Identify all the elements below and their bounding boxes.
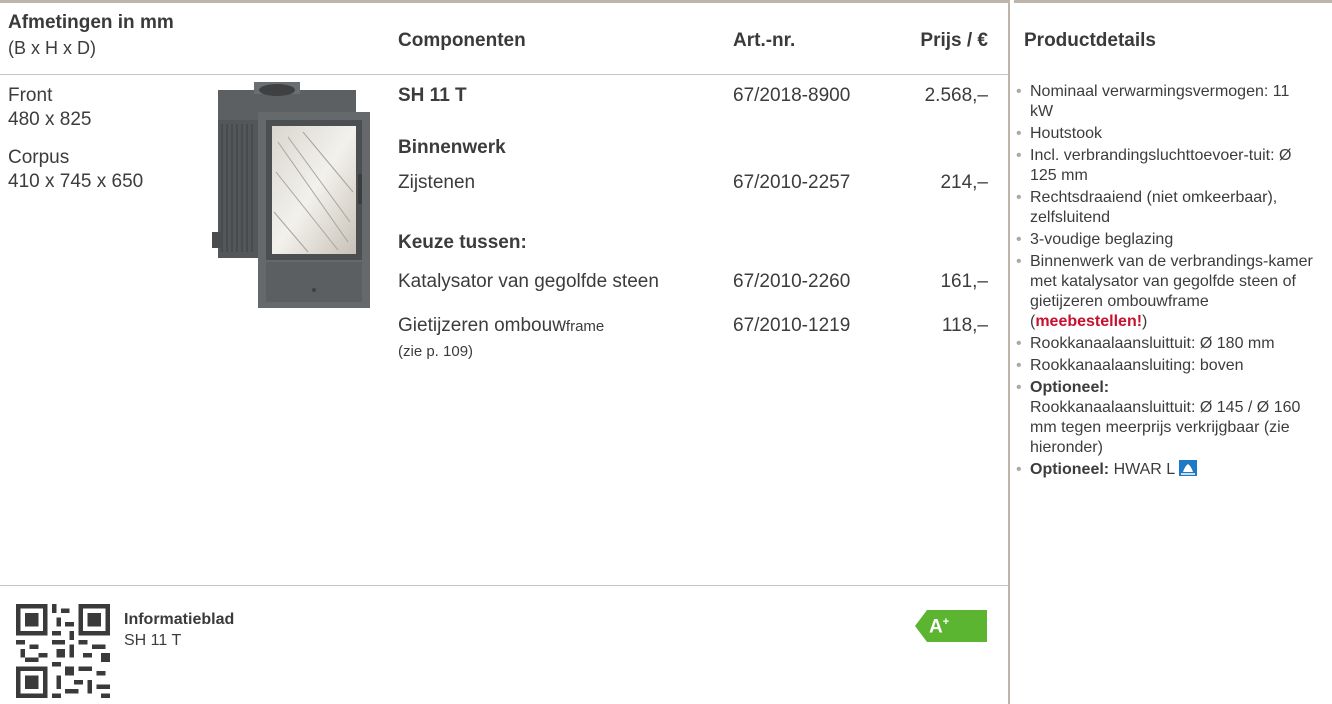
detail-item: • Houtstook: [1016, 125, 1103, 142]
top-rule: [0, 0, 1008, 3]
main-product-art-nr: 67/2018-8900: [733, 85, 851, 106]
bullet-icon: •: [1016, 125, 1022, 142]
keuze-heading: Keuze tussen:: [398, 232, 527, 253]
frame-price: 118,–: [941, 315, 988, 336]
zijstenen-name: Zijstenen: [398, 172, 476, 193]
product-details-list: • Nominaal verwarmingsvermogen: 11 kW • Ho…: [1016, 82, 1316, 480]
dimensions-heading: Afmetingen in mm: [8, 12, 174, 33]
zijstenen-art-nr: 67/2010-2257: [733, 172, 851, 193]
stove-insert-image: [212, 82, 370, 308]
katalysator-art-nr: 67/2010-2260: [733, 271, 851, 292]
components-heading: Componenten: [398, 30, 526, 51]
front-label: Front: [8, 85, 53, 106]
detail-item: • Rookkanaalaansluiting: boven: [1016, 357, 1244, 374]
detail-item: • Optioneel: Rookkanaalaansluittuit: Ø 145…: [1016, 379, 1301, 456]
footer-rule: [0, 585, 1008, 586]
order-along-note: meebestellen!: [1035, 313, 1143, 330]
bullet-icon: •: [1016, 357, 1022, 374]
energy-label-badge: A+: [915, 610, 987, 642]
detail-item: • Optioneel: HWAR L: [1016, 460, 1316, 480]
product-details-heading: Productdetails: [1024, 30, 1156, 51]
detail-item: • Nominaal verwarmingsvermogen: 11 kW: [1016, 83, 1290, 120]
bullet-icon: •: [1016, 147, 1022, 164]
front-value: 480 x 825: [8, 109, 92, 130]
detail-item: • Rechtsdraaiend (niet omkeerbaar), zelfs…: [1016, 189, 1278, 226]
art-nr-heading: Art.-nr.: [733, 30, 796, 51]
bullet-icon: •: [1016, 189, 1022, 206]
frame-name-main: Gietijzeren ombouw: [398, 315, 566, 336]
detail-item: • Incl. verbrandingsluchttoevoer-tuit: Ø …: [1016, 147, 1292, 184]
bullet-icon: •: [1016, 335, 1022, 352]
dimensions-subheading: (B x H x D): [8, 38, 96, 58]
hwar-water-icon: [1179, 460, 1198, 476]
bullet-icon: •: [1016, 379, 1022, 396]
frame-name-suffix: frame: [565, 318, 605, 335]
zijstenen-price: 214,–: [940, 172, 988, 193]
frame-name: Gietijzeren ombouwframe: [398, 314, 604, 339]
header-rule: [0, 74, 1008, 75]
bullet-icon: •: [1016, 461, 1022, 478]
binnenwerk-heading: Binnenwerk: [398, 137, 506, 158]
katalysator-name: Katalysator van gegolfde steen: [398, 271, 659, 292]
bullet-icon: •: [1016, 83, 1022, 100]
frame-art-nr: 67/2010-1219: [733, 315, 851, 336]
detail-item: • Rookkanaalaansluittuit: Ø 180 mm: [1016, 335, 1275, 352]
price-heading: Prijs / €: [920, 30, 988, 51]
qr-code-icon[interactable]: [16, 604, 110, 698]
detail-item: • 3-voudige beglazing: [1016, 231, 1174, 248]
bullet-icon: •: [1016, 253, 1022, 270]
main-product-price: 2.568,–: [924, 85, 988, 106]
column-divider: [1008, 0, 1010, 704]
frame-page-note: (zie p. 109): [398, 343, 474, 360]
main-product-name: SH 11 T: [398, 85, 467, 106]
info-sheet-model: SH 11 T: [124, 632, 182, 649]
info-sheet-title[interactable]: Informatieblad: [124, 611, 234, 629]
energy-class: A+: [929, 616, 950, 638]
energy-arrow-icon: [915, 610, 987, 642]
top-rule-details: [1014, 0, 1332, 3]
bullet-icon: •: [1016, 231, 1022, 248]
corpus-value: 410 x 745 x 650: [8, 171, 144, 192]
detail-item: • Binnenwerk van de verbrandings-kamer me…: [1016, 253, 1313, 330]
corpus-label: Corpus: [8, 147, 70, 168]
katalysator-price: 161,–: [940, 271, 988, 292]
